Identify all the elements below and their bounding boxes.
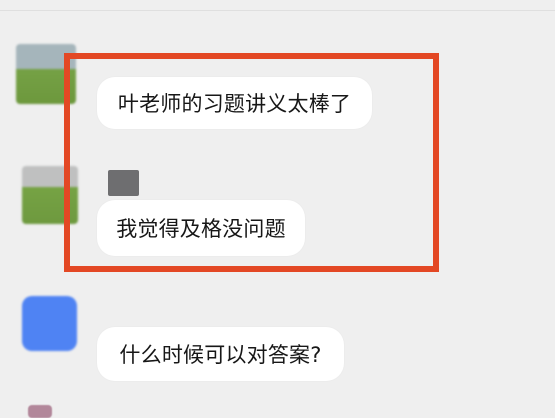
user-avatar[interactable]: [22, 296, 77, 351]
top-divider: [0, 10, 555, 11]
user-avatar[interactable]: [22, 166, 78, 224]
message-bubble: 我觉得及格没问题: [97, 200, 305, 256]
message-bubble: 叶老师的习题讲义太棒了: [97, 77, 372, 129]
message-bubble: 什么时候可以对答案?: [97, 327, 344, 381]
profile-mark: [108, 170, 139, 196]
message-text: 什么时候可以对答案?: [119, 343, 322, 367]
user-avatar[interactable]: [16, 44, 76, 104]
user-avatar[interactable]: [28, 405, 52, 418]
message-text: 我觉得及格没问题: [116, 217, 286, 241]
message-text: 叶老师的习题讲义太棒了: [117, 92, 352, 116]
